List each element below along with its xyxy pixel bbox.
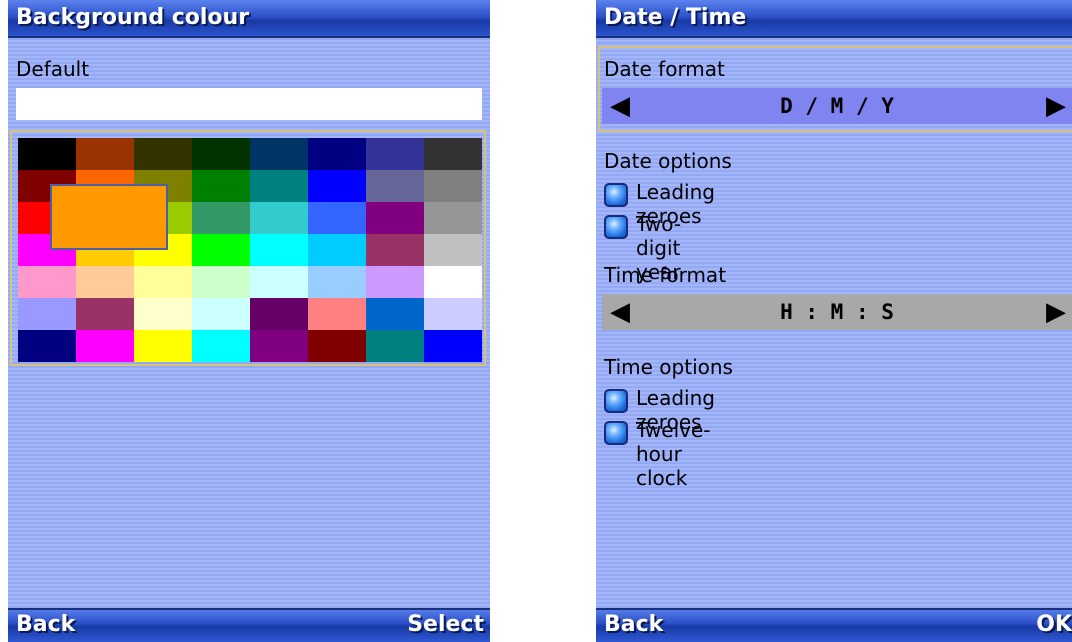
palette-grid	[18, 138, 482, 362]
colour-swatch[interactable]	[134, 266, 192, 298]
colour-swatch[interactable]	[76, 298, 134, 330]
colour-swatch[interactable]	[366, 330, 424, 362]
time-format-label: Time format	[604, 263, 727, 287]
colour-swatch[interactable]	[250, 266, 308, 298]
colour-swatch[interactable]	[424, 170, 482, 202]
checkbox-icon[interactable]	[604, 421, 628, 445]
checkbox-icon[interactable]	[604, 215, 628, 239]
colour-swatch[interactable]	[250, 138, 308, 170]
softkey-bar: Back Select	[8, 608, 490, 642]
colour-swatch[interactable]	[424, 298, 482, 330]
date-options-label: Date options	[604, 149, 732, 173]
time-format-value: H : M : S	[780, 300, 894, 324]
colour-swatch[interactable]	[424, 330, 482, 362]
select-softkey[interactable]: Select	[407, 612, 484, 637]
colour-swatch[interactable]	[76, 138, 134, 170]
colour-swatch[interactable]	[192, 202, 250, 234]
colour-swatch[interactable]	[250, 170, 308, 202]
date-format-label: Date format	[604, 57, 725, 81]
back-softkey[interactable]: Back	[604, 612, 663, 637]
colour-swatch[interactable]	[192, 266, 250, 298]
colour-swatch[interactable]	[192, 298, 250, 330]
colour-swatch[interactable]	[18, 138, 76, 170]
colour-swatch[interactable]	[424, 202, 482, 234]
checkbox-icon[interactable]	[604, 183, 628, 207]
softkey-bar: Back OK	[596, 608, 1072, 642]
colour-swatch[interactable]	[250, 330, 308, 362]
colour-swatch[interactable]	[250, 234, 308, 266]
time-options-label: Time options	[604, 355, 733, 379]
date-format-picker[interactable]: ◀ D / M / Y ▶	[602, 88, 1072, 124]
colour-swatch[interactable]	[366, 266, 424, 298]
time-format-picker[interactable]: ◀ H : M : S ▶	[602, 294, 1072, 330]
selected-colour-swatch[interactable]	[50, 184, 168, 250]
date-format-value: D / M / Y	[780, 94, 894, 118]
colour-swatch[interactable]	[18, 266, 76, 298]
colour-swatch[interactable]	[250, 298, 308, 330]
checkbox-icon[interactable]	[604, 389, 628, 413]
colour-swatch[interactable]	[366, 138, 424, 170]
date-time-screen: Date / Time Date format ◀ D / M / Y ▶ Da…	[596, 0, 1072, 642]
colour-swatch[interactable]	[134, 138, 192, 170]
arrow-right-icon[interactable]: ▶	[1046, 88, 1066, 124]
colour-swatch[interactable]	[134, 298, 192, 330]
title-bar: Background colour	[8, 0, 490, 38]
colour-swatch[interactable]	[366, 170, 424, 202]
background-colour-screen: Background colour Default Back Select	[8, 0, 490, 642]
colour-swatch[interactable]	[192, 234, 250, 266]
colour-swatch[interactable]	[308, 298, 366, 330]
colour-swatch[interactable]	[76, 266, 134, 298]
colour-swatch[interactable]	[192, 170, 250, 202]
screen-title: Date / Time	[604, 5, 747, 30]
colour-swatch[interactable]	[308, 170, 366, 202]
ok-softkey[interactable]: OK	[1036, 612, 1072, 637]
colour-swatch[interactable]	[192, 138, 250, 170]
colour-swatch[interactable]	[76, 330, 134, 362]
colour-swatch[interactable]	[366, 298, 424, 330]
colour-swatch[interactable]	[424, 138, 482, 170]
arrow-right-icon[interactable]: ▶	[1046, 294, 1066, 330]
back-softkey[interactable]: Back	[16, 612, 75, 637]
option-label: Twelve-hour clock	[636, 418, 711, 490]
colour-name-label: Default	[16, 57, 90, 81]
colour-palette[interactable]	[10, 130, 486, 366]
colour-swatch[interactable]	[192, 330, 250, 362]
screen-title: Background colour	[16, 5, 250, 30]
title-bar: Date / Time	[596, 0, 1072, 38]
colour-swatch[interactable]	[308, 234, 366, 266]
colour-swatch[interactable]	[18, 298, 76, 330]
colour-swatch[interactable]	[366, 234, 424, 266]
colour-swatch[interactable]	[308, 202, 366, 234]
colour-swatch[interactable]	[250, 202, 308, 234]
colour-name-field[interactable]	[16, 88, 482, 120]
colour-swatch[interactable]	[424, 234, 482, 266]
colour-swatch[interactable]	[366, 202, 424, 234]
colour-swatch[interactable]	[18, 330, 76, 362]
colour-swatch[interactable]	[308, 266, 366, 298]
colour-swatch[interactable]	[308, 138, 366, 170]
colour-swatch[interactable]	[308, 330, 366, 362]
colour-swatch[interactable]	[424, 266, 482, 298]
colour-swatch[interactable]	[134, 330, 192, 362]
